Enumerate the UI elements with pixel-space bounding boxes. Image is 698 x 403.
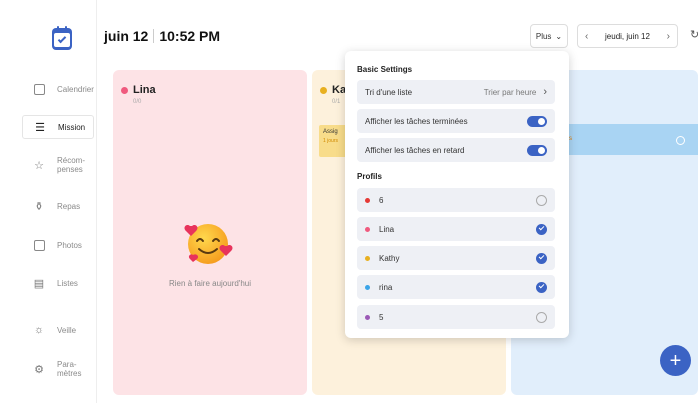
sidebar-item-mission[interactable]: ☰ Mission: [22, 115, 94, 139]
profile-row-lina[interactable]: Lina: [357, 217, 555, 241]
sidebar-item-label: Mission: [58, 122, 86, 132]
sidebar-item-label: Veille: [57, 325, 77, 335]
profile-name: 6: [379, 195, 384, 205]
chevron-down-icon: ⌄: [555, 31, 563, 41]
sort-list-value: Trier par heure: [483, 87, 537, 97]
app-logo-icon: [52, 26, 72, 50]
sidebar-item-listes[interactable]: ▤ Listes: [22, 271, 96, 295]
profile-checked-icon[interactable]: [536, 281, 547, 293]
more-dropdown-button[interactable]: Plus ⌄: [530, 24, 568, 48]
sidebar-item-label: Récom- penses: [57, 156, 86, 174]
profile-name: rina: [379, 282, 393, 292]
profile-row-6[interactable]: 6: [357, 188, 555, 212]
sidebar-item-calendrier[interactable]: Calendrier: [22, 77, 96, 101]
sidebar: Calendrier ☰ Mission ☆ Récom- penses ⚱ R…: [0, 0, 97, 403]
empty-state-text: Rien à faire aujourd'hui: [168, 279, 252, 288]
show-late-row: Afficher les tâches en retard: [357, 138, 555, 162]
profile-color-dot: [320, 86, 327, 94]
sidebar-item-label: Repas: [57, 201, 81, 211]
sort-list-label: Tri d'une liste: [365, 87, 413, 97]
date-nav-label: jeudi, juin 12: [605, 31, 650, 41]
settings-popup: Basic Settings Tri d'une liste Trier par…: [345, 51, 569, 338]
column-name: Ka: [332, 84, 347, 96]
gift-icon: ☆: [34, 159, 44, 172]
show-done-label: Afficher les tâches terminées: [365, 116, 468, 126]
date-navigator: ‹ jeudi, juin 12 ›: [577, 24, 678, 48]
more-label: Plus: [535, 31, 552, 41]
sidebar-item-label: Calendrier: [57, 84, 94, 94]
sidebar-item-parametres[interactable]: ⚙ Para- mètres: [22, 357, 96, 381]
column-header: Lina: [121, 84, 156, 96]
profile-unchecked-icon[interactable]: [536, 311, 547, 323]
sidebar-item-recompenses[interactable]: ☆ Récom- penses: [22, 153, 96, 177]
profile-color-dot: [365, 226, 370, 232]
next-day-button[interactable]: ›: [667, 31, 670, 42]
sort-list-row[interactable]: Tri d'une liste Trier par heure ›: [357, 80, 555, 104]
chevron-right-icon: ›: [543, 86, 547, 98]
profile-unchecked-icon[interactable]: [536, 194, 547, 206]
smiling-hearts-emoji-icon: [184, 224, 233, 264]
profile-name: Lina: [379, 224, 395, 234]
task-fragment: s: [569, 136, 572, 142]
show-late-label: Afficher les tâches en retard: [365, 145, 465, 155]
sidebar-item-veille[interactable]: ☼ Veille: [22, 318, 96, 342]
column-count: 0/0: [133, 99, 142, 105]
meal-icon: ⚱: [34, 200, 44, 213]
plus-icon: +: [669, 349, 682, 372]
sidebar-item-label: Photos: [57, 240, 82, 250]
sync-icon[interactable]: ↻: [690, 28, 698, 41]
profile-name: Kathy: [379, 253, 400, 263]
settings-icon: ⚙: [34, 363, 44, 376]
sidebar-item-label: Para- mètres: [57, 360, 82, 378]
sun-icon: ☼: [33, 324, 45, 336]
profile-color-dot: [121, 86, 128, 94]
profile-color-dot: [365, 255, 370, 261]
profile-row-5[interactable]: 5: [357, 305, 555, 329]
list-icon: ▤: [33, 277, 45, 290]
profile-color-dot: [365, 284, 370, 290]
basic-settings-title: Basic Settings: [357, 65, 413, 74]
mission-icon: ☰: [35, 121, 45, 134]
header-time: 10:52 PM: [159, 28, 221, 44]
page-title: juin 12 10:52 PM: [104, 28, 220, 44]
previous-day-button[interactable]: ‹: [585, 31, 588, 42]
profile-name: 5: [379, 312, 384, 322]
profile-color-dot: [365, 314, 370, 320]
column-header: Ka: [320, 84, 346, 96]
show-done-toggle[interactable]: [527, 115, 547, 127]
sidebar-item-repas[interactable]: ⚱ Repas: [22, 194, 96, 218]
sidebar-item-photos[interactable]: Photos: [22, 233, 96, 257]
photo-icon: [31, 237, 47, 253]
header-date: juin 12: [104, 28, 149, 44]
sidebar-item-label: Listes: [57, 278, 78, 288]
profile-checked-icon[interactable]: [536, 223, 547, 235]
add-task-button[interactable]: +: [660, 345, 691, 376]
column-count: 0/1: [332, 99, 341, 105]
profiles-title: Profils: [357, 172, 382, 181]
profile-column-lina: Lina 0/0 Rien à faire aujourd'hui: [113, 70, 307, 395]
profile-row-kathy[interactable]: Kathy: [357, 246, 555, 270]
show-done-row: Afficher les tâches terminées: [357, 109, 555, 133]
column-name: Lina: [133, 84, 156, 96]
header-divider: [153, 29, 155, 43]
show-late-toggle[interactable]: [527, 144, 547, 156]
profile-color-dot: [365, 197, 370, 203]
profile-row-rina[interactable]: rina: [357, 275, 555, 299]
calendar-icon: [31, 81, 47, 97]
task-checkbox[interactable]: [676, 136, 685, 145]
profile-checked-icon[interactable]: [536, 252, 547, 264]
